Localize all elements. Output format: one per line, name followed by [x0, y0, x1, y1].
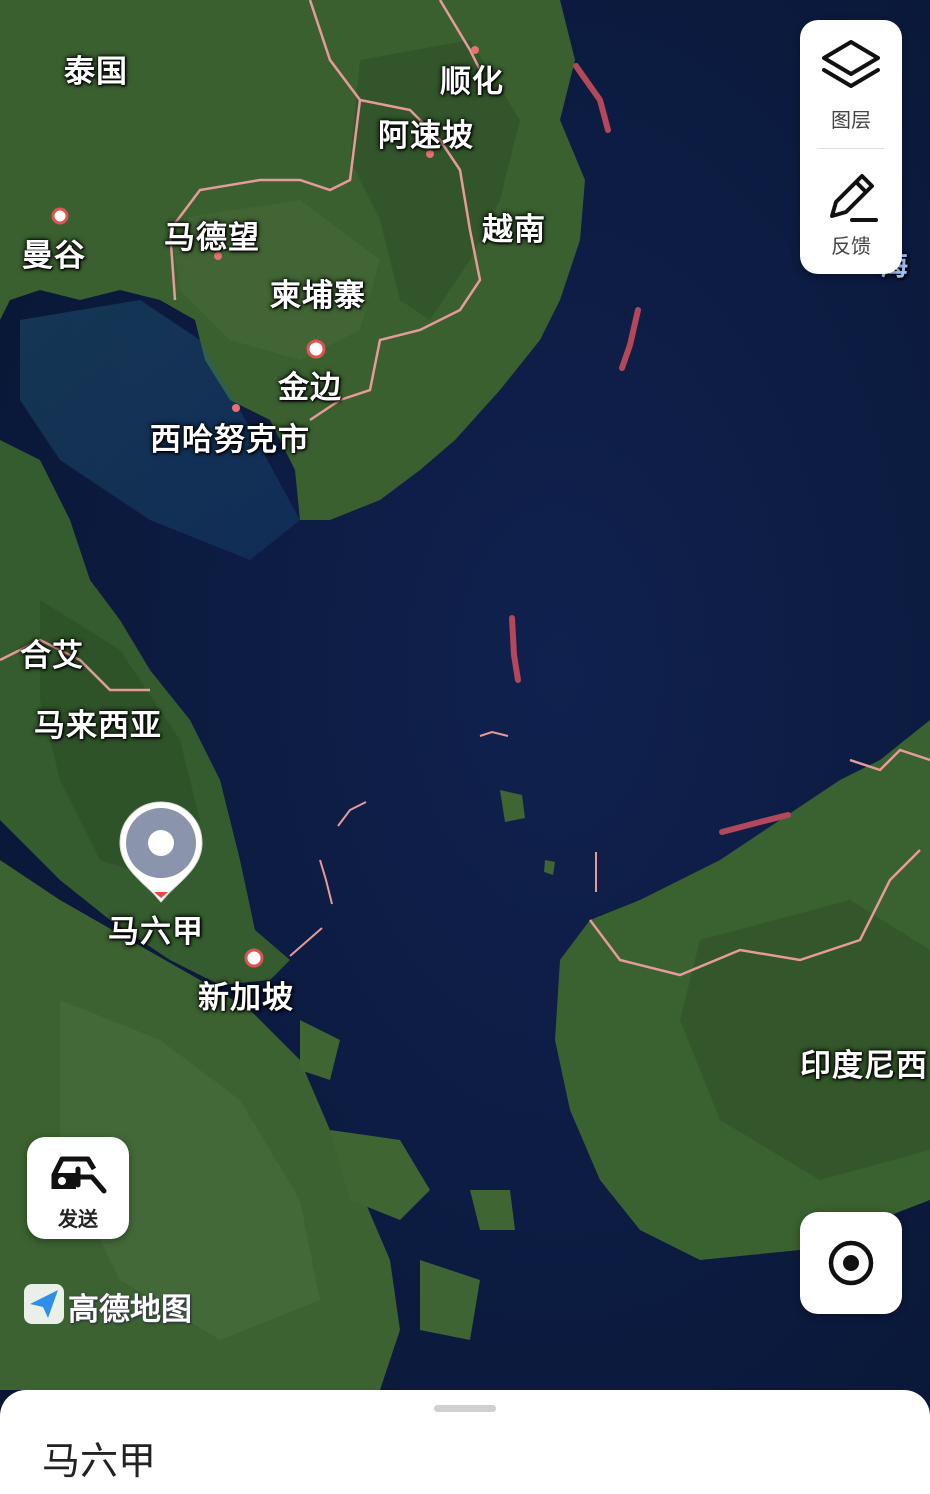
label-hue: 顺化	[440, 64, 504, 100]
locate-icon	[828, 1240, 874, 1286]
city-dot-hue	[471, 46, 479, 54]
label-bangkok: 曼谷	[22, 238, 86, 274]
label-vietnam: 越南	[482, 212, 546, 248]
map-canvas[interactable]	[0, 0, 930, 1494]
edit-pen-icon	[830, 174, 878, 222]
sheet-drag-handle[interactable]	[434, 1405, 496, 1412]
label-indonesia: 印度尼西	[800, 1048, 928, 1084]
location-pin[interactable]	[116, 800, 206, 904]
feedback-label: 反馈	[831, 234, 871, 258]
amap-logo-text: 高德地图	[68, 1292, 192, 1328]
label-malacca: 马六甲	[108, 914, 204, 950]
feedback-button[interactable]: 反馈	[800, 150, 902, 274]
label-phnom-penh: 金边	[278, 370, 342, 406]
label-sihanoukville: 西哈努克市	[150, 422, 310, 458]
map-controls-panel: 图层 反馈	[800, 20, 902, 274]
bottom-sheet[interactable]: 马六甲	[0, 1390, 930, 1494]
city-dot-phnom-penh	[306, 339, 326, 359]
layers-button[interactable]: 图层	[800, 20, 902, 146]
city-dot-bangkok	[51, 207, 69, 225]
layers-label: 图层	[831, 108, 871, 132]
controls-divider	[818, 148, 884, 149]
layers-icon	[822, 40, 880, 88]
label-singapore: 新加坡	[198, 980, 294, 1016]
sheet-title: 马六甲	[42, 1439, 157, 1483]
label-thailand: 泰国	[64, 54, 128, 90]
map-pin-icon	[119, 801, 203, 903]
send-to-car-icon	[51, 1156, 107, 1194]
label-malaysia: 马来西亚	[34, 708, 162, 744]
locate-button[interactable]	[800, 1212, 902, 1314]
amap-logo: 高德地图	[24, 1282, 204, 1328]
label-cambodia: 柬埔寨	[270, 278, 366, 314]
label-hat-yai: 合艾	[20, 638, 84, 674]
city-dot-singapore	[244, 948, 264, 968]
label-a-luoi: 阿速坡	[378, 118, 474, 154]
amap-logo-icon	[24, 1284, 64, 1324]
send-button[interactable]: 发送	[27, 1137, 129, 1239]
city-dot-sihanoukville	[232, 404, 240, 412]
label-battambang: 马德望	[164, 220, 260, 256]
send-label: 发送	[58, 1207, 98, 1231]
